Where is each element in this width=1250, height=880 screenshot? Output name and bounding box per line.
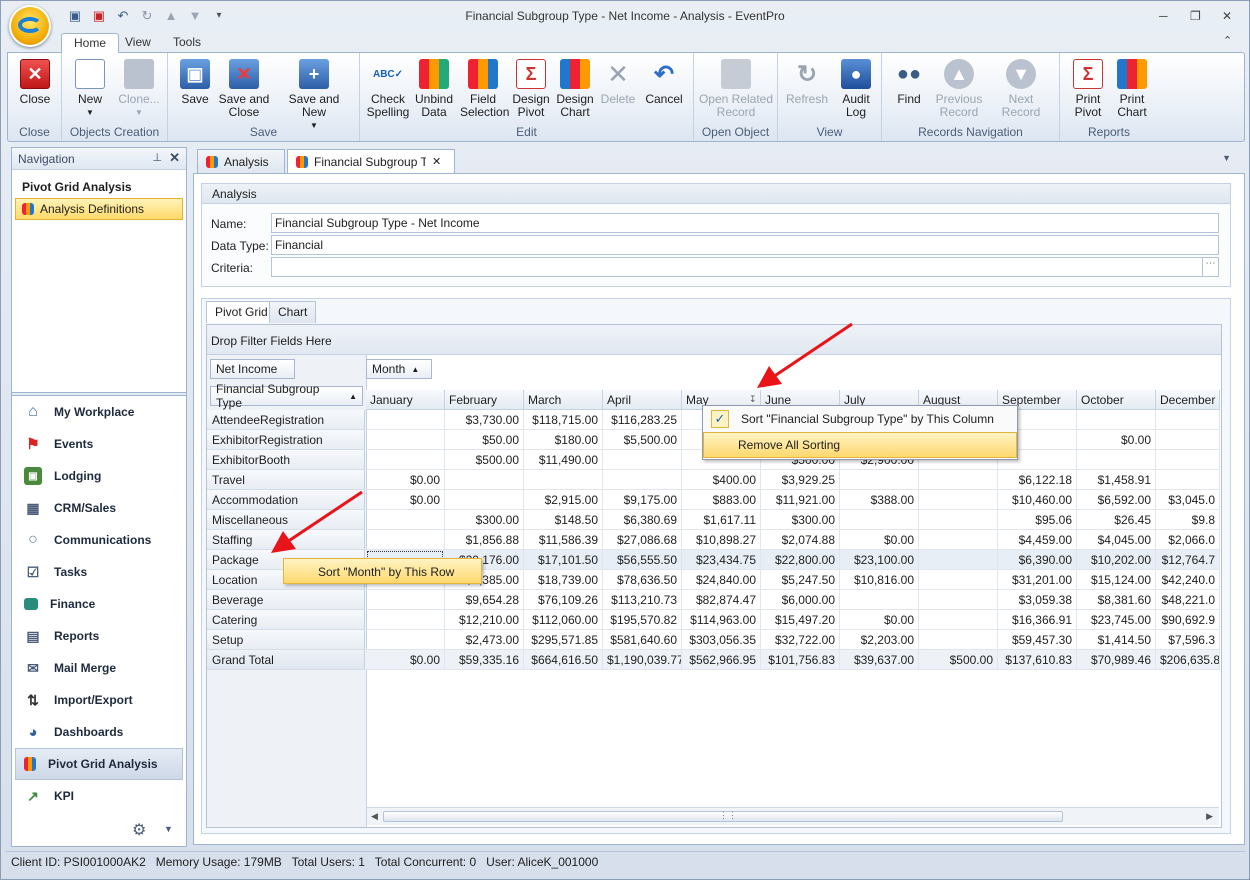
status-user: User: AliceK_001000 [486, 855, 599, 869]
app-window: ▣ ▣ ↶ ↻ ▲ ▼ ▾ Financial Subgroup Type - … [0, 0, 1250, 880]
tab-home[interactable]: Home [61, 33, 120, 53]
status-memory: Memory Usage: 179MB [155, 855, 282, 869]
annotation-arrow-shaft-column [772, 322, 853, 379]
status-client-id: Client ID: PSI001000AK2 [11, 855, 146, 869]
arrow-head-column-icon [757, 366, 782, 388]
annotation-arrows [271, 322, 853, 553]
status-total-concurrent: Total Concurrent: 0 [374, 855, 477, 869]
annotation-arrow-shaft-row [286, 490, 363, 544]
arrow-head-row-icon [271, 531, 296, 553]
status-bar: Client ID: PSI001000AK2 Memory Usage: 17… [5, 851, 1245, 873]
status-total-users: Total Users: 1 [291, 855, 365, 869]
